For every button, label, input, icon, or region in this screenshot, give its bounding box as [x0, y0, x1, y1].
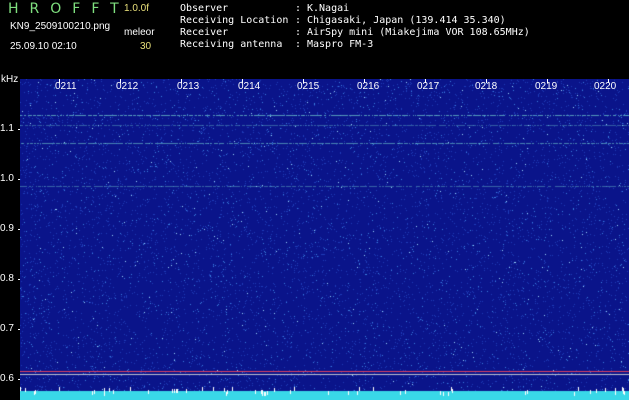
- y-tick-label: 0.6: [0, 373, 14, 384]
- y-tick-label: 1.0: [0, 173, 14, 184]
- info-value: Chigasaki, Japan (139.414 35.340): [307, 15, 506, 26]
- x-tick-label: 0213: [177, 81, 200, 92]
- y-tick-label: 1.1: [0, 123, 14, 134]
- x-tick-label: 0215: [297, 81, 320, 92]
- meteor-count: 30: [140, 41, 152, 52]
- x-tick-label: 0212: [116, 81, 139, 92]
- info-separator: :: [295, 27, 302, 38]
- x-tick-label: 0211: [55, 81, 77, 92]
- count-unit: meleor: [124, 27, 155, 38]
- info-key: Receiving Location: [180, 15, 289, 26]
- capture-datetime: 25.09.10 02:10: [10, 41, 77, 52]
- file-name: KN9_2509100210.png: [10, 21, 111, 32]
- info-value: AirSpy mini (Miakejima VOR 108.65MHz): [307, 27, 530, 38]
- info-separator: :: [295, 15, 302, 26]
- x-tick-label: 0220: [594, 81, 617, 92]
- info-observer: Observer: K.Nagai: [180, 3, 349, 15]
- app-title: HROFFT: [8, 1, 130, 17]
- y-tick-label: 0.9: [0, 223, 14, 234]
- spectrogram-canvas: [20, 79, 629, 400]
- x-tick-label: 0216: [357, 81, 380, 92]
- app-version: 1.0.0f: [124, 3, 150, 14]
- info-key: Receiving antenna: [180, 39, 283, 50]
- info-separator: :: [295, 39, 302, 50]
- x-tick-label: 0219: [535, 81, 558, 92]
- x-tick-label: 0218: [475, 81, 498, 92]
- x-tick-label: 0217: [417, 81, 440, 92]
- info-receiver: Receiver: AirSpy mini (Miakejima VOR 108.…: [180, 27, 530, 39]
- info-antenna: Receiving antenna: Maspro FM-3: [180, 39, 373, 51]
- info-key: Receiver: [180, 27, 229, 38]
- y-axis-unit: kHz: [1, 74, 19, 85]
- y-tick-label: 0.8: [0, 273, 14, 284]
- y-tick-label: 0.7: [0, 323, 14, 334]
- hrofft-window: HROFFT 1.0.0f KN9_2509100210.png meleor …: [0, 0, 629, 400]
- x-tick-label: 0214: [238, 81, 261, 92]
- info-value: K.Nagai: [307, 3, 350, 14]
- info-separator: :: [295, 3, 302, 14]
- spectrogram-plot: 0211 0212 0213 0214 0215 0216 0217 0218 …: [20, 79, 629, 400]
- info-value: Maspro FM-3: [307, 39, 374, 50]
- info-location: Receiving Location: Chigasaki, Japan (139…: [180, 15, 506, 27]
- info-key: Observer: [180, 3, 229, 14]
